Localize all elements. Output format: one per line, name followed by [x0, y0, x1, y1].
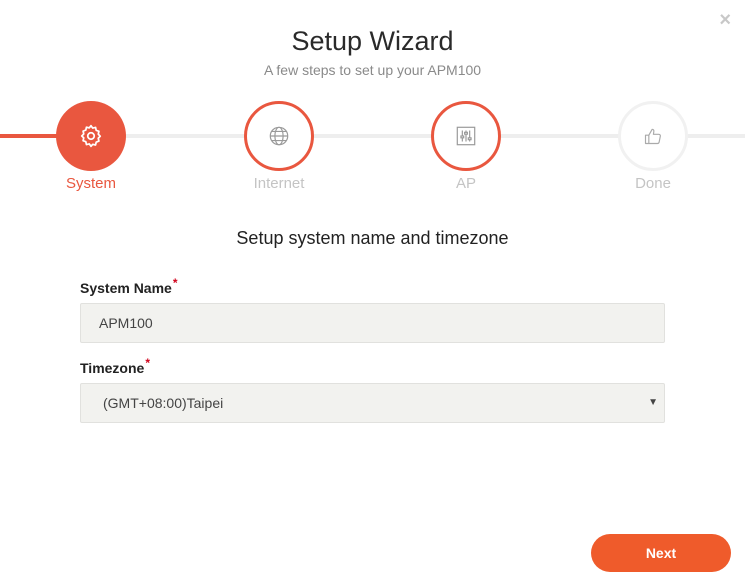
timezone-label: Timezone*	[80, 356, 150, 376]
timezone-value: (GMT+08:00)Taipei	[103, 395, 224, 411]
sliders-icon	[456, 126, 476, 146]
gear-icon	[80, 124, 102, 148]
thumbs-up-icon	[644, 128, 661, 145]
step-ap-label: AP	[455, 175, 476, 192]
system-name-label: System Name*	[80, 276, 178, 296]
timezone-label-text: Timezone	[80, 360, 145, 376]
step-ap[interactable]: AP	[431, 101, 501, 192]
chevron-down-icon: ▼	[648, 397, 658, 408]
system-name-value: APM100	[99, 315, 153, 331]
step-done-circle	[618, 101, 688, 171]
step-done[interactable]: Done	[618, 101, 688, 192]
system-name-label-text: System Name	[80, 280, 172, 296]
next-button[interactable]: Next	[591, 534, 731, 572]
section-title: Setup system name and timezone	[236, 228, 509, 248]
globe-icon	[269, 126, 289, 146]
setup-wizard-dialog: × Setup Wizard A few steps to set up you…	[0, 0, 745, 588]
timezone-select[interactable]: (GMT+08:00)Taipei ▼	[80, 383, 665, 423]
dialog-subtitle: A few steps to set up your APM100	[263, 62, 482, 78]
step-ap-circle	[431, 101, 501, 171]
dialog-title: Setup Wizard	[291, 26, 454, 56]
step-done-label: Done	[635, 175, 671, 192]
required-marker: *	[145, 356, 150, 370]
step-system[interactable]: System	[56, 101, 126, 192]
required-marker: *	[172, 276, 178, 290]
step-system-label: System	[65, 175, 116, 192]
step-internet[interactable]: Internet	[244, 101, 314, 192]
system-name-input[interactable]: APM100	[80, 303, 665, 343]
step-internet-circle	[244, 101, 314, 171]
step-internet-label: Internet	[253, 175, 305, 192]
step-system-circle	[56, 101, 126, 171]
